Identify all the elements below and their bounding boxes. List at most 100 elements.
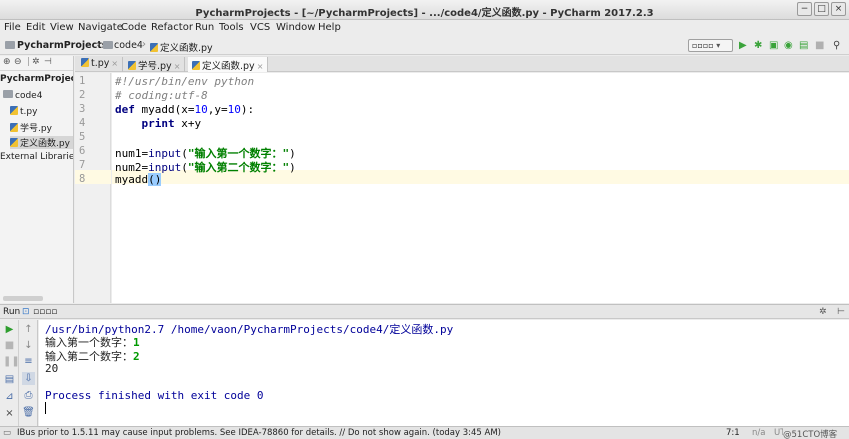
code-line-8: myadd() (115, 173, 162, 186)
project-panel: ⊕ ⊖ | ✲ ⊣ PycharmProjects code4 t.py 学号.… (0, 56, 74, 303)
console-exit-message: Process finished with exit code 0 (45, 389, 264, 402)
console-line: 输入第二个数字：2 (45, 350, 140, 363)
stop-icon[interactable]: ■ (815, 40, 824, 52)
line-separator[interactable]: n/a (752, 428, 765, 438)
gear-icon[interactable]: ✲ (32, 57, 40, 67)
python-file-icon (10, 123, 18, 132)
line-number: 6 (79, 145, 86, 157)
print-icon[interactable]: ⎙ (22, 389, 35, 402)
folder-icon (103, 41, 113, 49)
tree-file-selected[interactable]: 定义函数.py (10, 136, 73, 149)
tab-xuehao-py[interactable]: 学号.py × (124, 57, 186, 72)
menu-edit[interactable]: Edit (26, 22, 45, 33)
tree-external-libraries[interactable]: External Libraries (0, 152, 73, 162)
line-number: 8 (79, 173, 86, 185)
settings-icon[interactable]: ⊕ (3, 57, 11, 67)
breadcrumb-folder[interactable]: code4 (114, 40, 143, 51)
rerun-icon[interactable]: ▶ (3, 323, 16, 336)
restore-layout-icon[interactable]: ▤ (3, 373, 16, 386)
menu-run[interactable]: Run (195, 22, 214, 33)
breadcrumb-project[interactable]: PycharmProjects (17, 40, 107, 51)
pin-icon[interactable]: ⊿ (3, 390, 16, 403)
folder-icon (3, 90, 13, 98)
gear-icon[interactable]: ✲ (819, 307, 827, 317)
console-toolbar: ↑ ↓ ≡ ⇩ ⎙ 🗑 (19, 320, 38, 426)
arrow-up-icon[interactable]: ↑ (22, 323, 35, 336)
close-icon[interactable]: × (111, 59, 118, 68)
line-number: 4 (79, 117, 86, 129)
status-message[interactable]: IBus prior to 1.5.11 may cause input pro… (17, 428, 501, 438)
python-file-icon (81, 58, 89, 67)
debug-icon[interactable]: ✱ (754, 40, 762, 52)
tree-root[interactable]: PycharmProjects (0, 74, 73, 84)
concurrency-icon[interactable]: ▤ (799, 40, 808, 52)
coverage-icon[interactable]: ▣ (769, 40, 778, 52)
close-icon[interactable]: × (174, 62, 181, 71)
breadcrumb: PycharmProjects › code4 › 定义函数.py ▫▫▫▫ ▾… (0, 37, 849, 55)
tree-file[interactable]: 学号.py (10, 121, 52, 134)
profile-icon[interactable]: ◉ (784, 40, 793, 52)
line-number: 3 (79, 103, 86, 115)
project-toolbar: ⊕ ⊖ | ✲ ⊣ (0, 56, 73, 71)
chevron-right-icon: › (142, 39, 146, 50)
code-line-1: #!/usr/bin/env python (115, 75, 255, 88)
run-panel-header: Run ⊡ ▫▫▫▫ ✲ ⊢ (0, 304, 849, 319)
minimize-button[interactable]: − (797, 2, 812, 16)
window-title: PycharmProjects - [~/PycharmProjects] - … (195, 8, 654, 19)
tab-dingyi-hanshu-py[interactable]: 定义函数.py × (188, 57, 269, 72)
menu-tools[interactable]: Tools (219, 22, 244, 33)
trash-icon[interactable]: 🗑 (22, 406, 35, 419)
status-bar: ▭ IBus prior to 1.5.11 may cause input p… (0, 426, 849, 439)
console-output: 20 (45, 362, 59, 375)
maximize-button[interactable]: □ (814, 2, 829, 16)
menu-window[interactable]: Window (276, 22, 315, 33)
tree-file[interactable]: t.py (10, 106, 37, 117)
status-toggle-icon[interactable]: ▭ (3, 428, 11, 438)
editor-tabs: t.py × 学号.py × 定义函数.py × (75, 56, 849, 72)
menu-vcs[interactable]: VCS (250, 22, 270, 33)
menu-help[interactable]: Help (318, 22, 341, 33)
stop-icon[interactable]: ■ (3, 339, 16, 352)
breadcrumb-file[interactable]: 定义函数.py (150, 40, 213, 54)
hide-panel-icon[interactable]: ⊢ (837, 307, 845, 317)
python-run-icon: ⊡ (22, 307, 30, 317)
code-line-2: # coding:utf-8 (115, 89, 208, 102)
run-config-select[interactable]: ▫▫▫▫ ▾ (688, 39, 733, 52)
menu-refactor[interactable]: Refactor (151, 22, 193, 33)
run-toolbar: ▶ ■ ❚❚ ▤ ⊿ × (0, 320, 20, 426)
horizontal-scrollbar[interactable] (3, 296, 43, 301)
chevron-down-icon: ▾ (716, 41, 721, 50)
menu-view[interactable]: View (50, 22, 74, 33)
run-icon[interactable]: ▶ (739, 40, 747, 52)
line-number-gutter: 1 2 3 4 5 6 7 8 (75, 73, 111, 303)
close-button[interactable]: × (831, 2, 846, 16)
scroll-to-end-icon[interactable]: ⇩ (22, 372, 35, 385)
arrow-down-icon[interactable]: ↓ (22, 339, 35, 352)
python-file-icon (128, 61, 136, 70)
menu-bar: File Edit View Navigate Code Refactor Ru… (0, 20, 849, 37)
close-panel-icon[interactable]: × (3, 407, 16, 420)
python-file-icon (150, 43, 158, 52)
tree-folder[interactable]: code4 (3, 90, 42, 101)
run-config-name[interactable]: ▫▫▫▫ (33, 307, 57, 317)
python-file-icon (10, 138, 18, 147)
menu-navigate[interactable]: Navigate (78, 22, 123, 33)
menu-file[interactable]: File (4, 22, 21, 33)
tab-t-py[interactable]: t.py × (77, 57, 124, 72)
search-icon[interactable]: ⚲ (833, 40, 840, 52)
python-file-icon (192, 61, 200, 70)
close-icon[interactable]: × (257, 62, 264, 71)
chevron-right-icon: › (96, 39, 100, 50)
run-console[interactable]: /usr/bin/python2.7 /home/vaon/PycharmPro… (39, 320, 849, 426)
folder-icon (5, 41, 15, 49)
cursor-position[interactable]: 7:1 (726, 428, 740, 438)
pause-icon[interactable]: ❚❚ (3, 355, 20, 368)
menu-code[interactable]: Code (121, 22, 147, 33)
line-number: 1 (79, 75, 86, 87)
collapse-icon[interactable]: ⊖ (14, 57, 22, 67)
soft-wrap-icon[interactable]: ≡ (22, 355, 35, 368)
line-number: 2 (79, 89, 86, 101)
hide-icon[interactable]: ⊣ (44, 57, 52, 67)
code-editor[interactable]: #!/usr/bin/env python # coding:utf-8 def… (112, 73, 849, 303)
code-line-3: def myadd(x=10,y=10): (115, 103, 255, 116)
